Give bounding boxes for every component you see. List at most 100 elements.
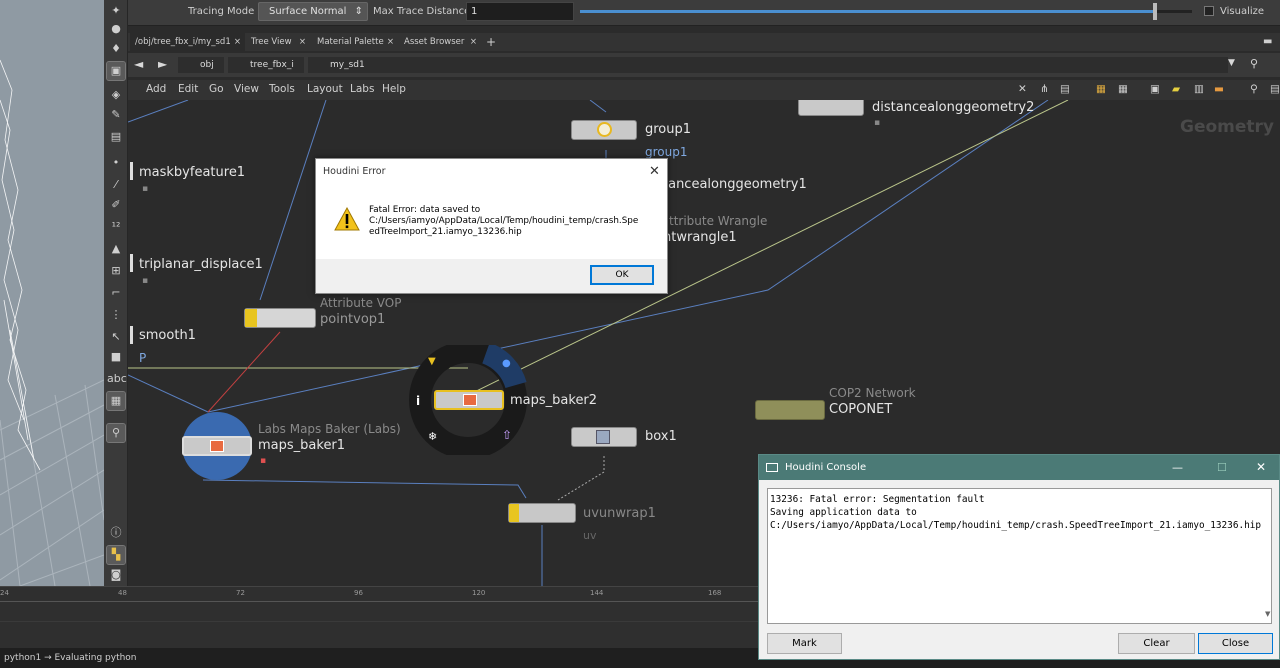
tab-material-palette[interactable]: Material Palette × bbox=[312, 33, 398, 51]
lamp-icon[interactable]: ♦ bbox=[107, 40, 125, 58]
menu-go[interactable]: Go bbox=[209, 83, 224, 95]
node-pointvop1[interactable] bbox=[244, 308, 316, 328]
bypass-up-icon[interactable]: ⇧ bbox=[502, 428, 512, 442]
info-icon[interactable]: ⓘ bbox=[107, 524, 125, 542]
image-icon[interactable]: ▣ bbox=[1150, 83, 1160, 95]
viewport-3d[interactable] bbox=[0, 0, 104, 586]
breadcrumb-sop-label: my_sd1 bbox=[330, 60, 365, 70]
tab-asset-browser-label: Asset Browser bbox=[404, 37, 465, 47]
breadcrumb-sop[interactable]: my_sd1 bbox=[308, 57, 1228, 73]
tab-asset-browser[interactable]: Asset Browser × bbox=[399, 33, 481, 51]
menu-layout[interactable]: Layout bbox=[307, 83, 343, 95]
forward-arrow-icon[interactable]: ► bbox=[158, 57, 167, 71]
maximize-icon[interactable]: ☐ bbox=[1217, 455, 1227, 480]
tree-icon[interactable]: ⋔ bbox=[1040, 83, 1049, 95]
freeze-icon[interactable]: ❄ bbox=[428, 430, 437, 443]
menu-add[interactable]: Add bbox=[146, 83, 166, 95]
sticky-note-icon[interactable]: ▰ bbox=[1172, 83, 1180, 95]
list-icon[interactable]: ▤ bbox=[1060, 83, 1070, 95]
display-flag-icon[interactable]: ▼ bbox=[428, 356, 436, 367]
node-type-pointvop: Attribute VOP bbox=[320, 296, 402, 310]
arrow-icon[interactable]: ↖ bbox=[107, 328, 125, 346]
image-icon[interactable]: ▦ bbox=[106, 391, 126, 411]
close-icon[interactable]: × bbox=[387, 33, 394, 51]
node-coponet[interactable] bbox=[755, 400, 825, 420]
tick-label: 144 bbox=[590, 589, 604, 597]
node-type-cop: COP2 Network bbox=[829, 386, 916, 400]
close-icon[interactable]: × bbox=[234, 33, 241, 51]
breadcrumb-tree-label: tree_fbx_i bbox=[250, 60, 294, 70]
pin-icon[interactable]: ⚲ bbox=[106, 423, 126, 443]
breadcrumb-obj-label: obj bbox=[200, 60, 214, 70]
pen-icon[interactable]: ⁄ bbox=[107, 176, 125, 194]
node-maps-baker2[interactable] bbox=[434, 390, 504, 410]
path-dropdown-icon[interactable]: ▼ bbox=[1228, 58, 1235, 68]
menu-help[interactable]: Help bbox=[382, 83, 406, 95]
context-label: Geometry bbox=[1180, 117, 1274, 137]
minimize-icon[interactable]: — bbox=[1172, 455, 1183, 480]
breadcrumb-obj[interactable]: obj bbox=[178, 57, 224, 73]
close-icon[interactable]: ✕ bbox=[1256, 455, 1266, 480]
close-icon[interactable]: ✕ bbox=[649, 164, 660, 179]
grid-view-icon[interactable]: ▦ bbox=[1118, 83, 1128, 95]
point-icon[interactable]: • bbox=[107, 154, 125, 172]
error-message-line: edTreeImport_21.iamyo_13236.hip bbox=[369, 227, 522, 237]
template-flag-icon[interactable]: ● bbox=[502, 358, 511, 369]
max-trace-slider[interactable] bbox=[580, 3, 1192, 20]
network-box-icon[interactable]: ▥ bbox=[1194, 83, 1204, 95]
smooth1-flag: P bbox=[139, 351, 147, 365]
camera-view-icon[interactable]: ◙ bbox=[107, 566, 125, 584]
tab-tree-view[interactable]: Tree View × bbox=[246, 33, 310, 51]
node-box1[interactable] bbox=[571, 427, 637, 447]
tab-network[interactable]: /obj/tree_fbx_i/my_sd1 × bbox=[130, 33, 245, 51]
brush-icon[interactable]: ✎ bbox=[107, 106, 125, 124]
clear-button[interactable]: Clear bbox=[1118, 633, 1195, 654]
scroll-down-icon[interactable]: ▼ bbox=[1265, 610, 1270, 618]
info-icon[interactable]: i bbox=[416, 394, 420, 408]
menu-tools[interactable]: Tools bbox=[269, 83, 295, 95]
slider-handle[interactable] bbox=[1153, 3, 1158, 20]
menu-view[interactable]: View bbox=[234, 83, 259, 95]
nodes-icon[interactable]: ⋮ bbox=[107, 306, 125, 324]
close-button[interactable]: Close bbox=[1198, 633, 1273, 654]
bulb-icon[interactable]: ● bbox=[107, 20, 125, 38]
chevron-updown-icon: ⇕ bbox=[354, 6, 363, 17]
pin-icon[interactable]: ⚲ bbox=[1250, 57, 1258, 70]
square-icon[interactable]: ■ bbox=[107, 348, 125, 366]
tick-label: 168 bbox=[708, 589, 722, 597]
layout-grid-icon[interactable]: ▚ bbox=[106, 545, 126, 565]
max-trace-input[interactable]: 1 bbox=[466, 2, 574, 21]
menu-labs[interactable]: Labs bbox=[350, 83, 374, 95]
node-distancealonggeometry2[interactable] bbox=[798, 100, 864, 116]
node-maps-baker1[interactable] bbox=[182, 436, 252, 456]
pencil-icon[interactable]: ✐ bbox=[107, 196, 125, 214]
visualize-checkbox[interactable] bbox=[1204, 6, 1214, 16]
add-tab-icon[interactable]: + bbox=[484, 33, 500, 51]
close-icon[interactable]: × bbox=[470, 33, 477, 51]
display-icon[interactable]: ▤ bbox=[107, 128, 125, 146]
ok-button[interactable]: OK bbox=[590, 265, 654, 285]
console-output[interactable]: 13236: Fatal error: Segmentation fault S… bbox=[767, 488, 1272, 624]
text-abc-icon[interactable]: abc bbox=[107, 370, 127, 388]
number-icon[interactable]: ¹² bbox=[107, 218, 125, 236]
node-group1[interactable] bbox=[571, 120, 637, 140]
paint-icon[interactable]: ▲ bbox=[107, 240, 125, 258]
search-icon[interactable]: ⚲ bbox=[1250, 83, 1258, 95]
mark-button[interactable]: Mark bbox=[767, 633, 842, 654]
node-uvunwrap1[interactable] bbox=[508, 503, 576, 523]
menu-edit[interactable]: Edit bbox=[178, 83, 198, 95]
select-icon[interactable]: ◈ bbox=[107, 86, 125, 104]
light-icon[interactable]: ✦ bbox=[107, 2, 125, 20]
tracing-mode-select[interactable]: Surface Normal ⇕ bbox=[258, 2, 368, 21]
frame-icon[interactable]: ⌐ bbox=[107, 284, 125, 302]
more-icon[interactable]: ▤ bbox=[1270, 83, 1280, 95]
close-icon[interactable]: × bbox=[299, 33, 306, 51]
pane-menu-icon[interactable]: ▬ bbox=[1258, 33, 1274, 51]
wrench-icon[interactable]: ✕ bbox=[1018, 83, 1027, 95]
palette-icon[interactable]: ▦ bbox=[1096, 83, 1106, 95]
back-arrow-icon[interactable]: ◄ bbox=[134, 57, 143, 71]
folder-icon[interactable]: ▬ bbox=[1214, 83, 1224, 95]
breadcrumb-tree[interactable]: tree_fbx_i bbox=[228, 57, 304, 73]
camera-icon[interactable]: ▣ bbox=[106, 61, 126, 81]
grid-icon[interactable]: ⊞ bbox=[107, 262, 125, 280]
